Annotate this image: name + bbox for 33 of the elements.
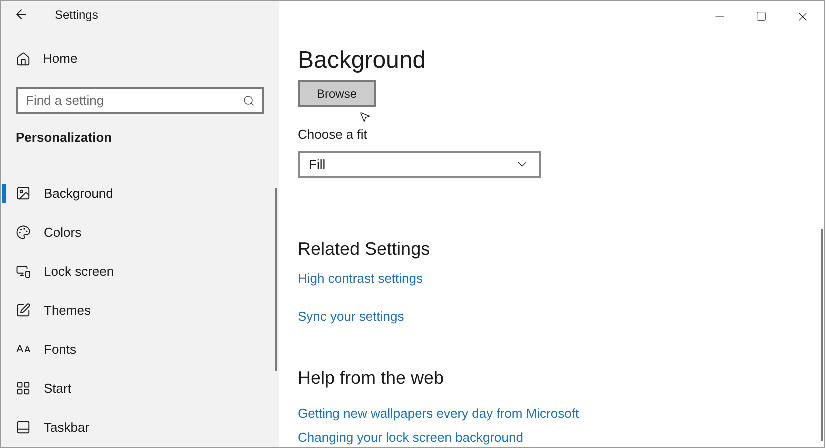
pen-square-icon xyxy=(16,303,31,318)
taskbar-icon xyxy=(16,420,31,435)
image-icon xyxy=(16,186,31,201)
cursor-icon xyxy=(359,111,371,123)
sidebar-item[interactable]: Taskbar xyxy=(44,418,90,438)
section-heading: Help from the web xyxy=(298,367,446,390)
section-heading: Related Settings xyxy=(298,238,432,262)
fit-dropdown[interactable]: Fill xyxy=(298,151,541,178)
sidebar-item[interactable]: Colors xyxy=(44,222,82,242)
sidebar-item[interactable]: Fonts xyxy=(44,340,77,360)
home-icon xyxy=(16,52,31,67)
link[interactable]: High contrast settings xyxy=(298,269,424,289)
sidebar-item[interactable]: Start xyxy=(44,378,72,398)
fit-label: Choose a fit xyxy=(298,126,368,144)
grid-icon xyxy=(16,381,31,396)
browse-button[interactable]: Browse xyxy=(298,80,376,107)
palette-icon xyxy=(16,225,31,240)
link[interactable]: Getting new wallpapers every day from Microsoft xyxy=(298,404,580,424)
search-field[interactable]: Find a setting xyxy=(16,86,264,114)
sidebar-item[interactable]: Background xyxy=(44,184,114,204)
maximize-icon[interactable] xyxy=(756,11,767,22)
search-icon xyxy=(243,94,255,106)
link[interactable]: Changing your lock screen background xyxy=(298,428,524,447)
scrollbar[interactable] xyxy=(821,229,823,441)
home-link[interactable]: Home xyxy=(43,49,78,69)
link[interactable]: Sync your settings xyxy=(298,306,404,326)
scrollbar[interactable] xyxy=(275,188,277,371)
sidebar-item[interactable]: Themes xyxy=(44,300,91,320)
sidebar-item[interactable]: Lock screen xyxy=(44,262,114,282)
lock-screen-icon xyxy=(16,264,31,279)
section-heading: Personalization xyxy=(16,128,114,146)
window-title: Settings xyxy=(55,6,98,24)
page-title: Background xyxy=(298,46,428,76)
